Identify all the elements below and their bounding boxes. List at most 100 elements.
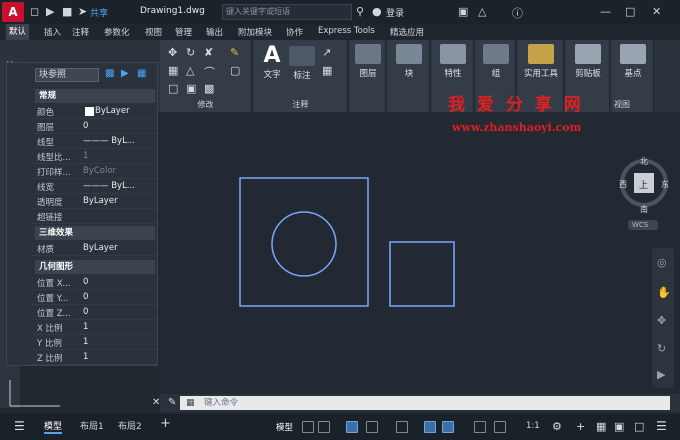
properties-button[interactable]: 特性 [438, 44, 468, 79]
property-row[interactable]: 线型 ——— ByL... [29, 134, 157, 149]
outer-square[interactable] [239, 177, 369, 307]
tab-output[interactable]: 输出 [206, 26, 223, 38]
model-space-button[interactable]: 模型 [276, 421, 293, 433]
isodraft-icon[interactable] [396, 421, 408, 433]
object-type-select[interactable]: 块参照 [35, 68, 99, 82]
small-square[interactable] [389, 241, 455, 307]
property-row[interactable]: 透明度 ByLayer [29, 194, 157, 209]
close-icon[interactable]: ✕ [652, 5, 661, 18]
tab-addins[interactable]: 附加模块 [238, 26, 272, 38]
text-button[interactable]: A 文字 [258, 44, 286, 81]
tab-view[interactable]: 视图 [145, 26, 162, 38]
login-link[interactable]: 登录 [386, 6, 404, 19]
stretch-icon[interactable]: □ [168, 82, 178, 95]
tab-parametric[interactable]: 参数化 [104, 26, 130, 38]
drawing-canvas[interactable]: 北 南 西 东 上 WCS ◎ ✋ ✥ ↻ ▶ [160, 126, 680, 394]
grid-icon[interactable] [302, 421, 314, 433]
property-row[interactable]: 位置 Y... 0 [29, 290, 157, 305]
steering-wheel-icon[interactable]: ◎ [657, 256, 667, 269]
viewcube-north[interactable]: 北 [640, 156, 648, 167]
scale-icon[interactable]: ▣ [186, 82, 196, 95]
cart-icon[interactable]: ▣ [458, 5, 468, 18]
property-row[interactable]: 线型比... 1 [29, 149, 157, 164]
workspace-gear-icon[interactable]: ⚙ [552, 420, 562, 433]
share-icon[interactable]: ➤ [78, 5, 87, 18]
property-row[interactable]: Y 比例 1 [29, 335, 157, 350]
fillet-icon[interactable]: ⌒ [204, 64, 215, 80]
user-icon[interactable]: ● [372, 5, 382, 18]
clipboard-button[interactable]: 剪贴板 [568, 44, 608, 79]
open-folder-icon[interactable]: ▶ [46, 5, 54, 18]
tab-annotate[interactable]: 注释 [72, 26, 89, 38]
property-row[interactable]: 打印样... ByColor [29, 164, 157, 179]
property-row[interactable]: 位置 Z... 0 [29, 305, 157, 320]
utilities-button[interactable]: 实用工具 [520, 44, 562, 79]
property-row[interactable]: Z 比例 1 [29, 350, 157, 365]
object-snap-tracking-icon[interactable] [424, 421, 436, 433]
pan-icon[interactable]: ✋ [657, 286, 671, 299]
minimize-icon[interactable]: — [600, 5, 611, 18]
tab-default[interactable]: 默认 [6, 24, 30, 40]
tab-layout1[interactable]: 布局1 [80, 419, 104, 432]
snap-icon[interactable] [318, 421, 330, 433]
quick-properties-icon[interactable]: ▦ [596, 420, 606, 433]
toggle-pickadd-icon[interactable]: ▩ [105, 68, 114, 79]
property-row[interactable]: 线宽 ——— ByL... [29, 179, 157, 194]
block-button[interactable]: 块 [394, 44, 424, 79]
command-input[interactable]: 键入命令 [180, 396, 670, 410]
property-row[interactable]: 超链接 [29, 209, 157, 224]
polar-icon[interactable] [366, 421, 378, 433]
scale-readout[interactable]: 1:1 [526, 421, 540, 431]
circle[interactable] [271, 211, 337, 277]
ortho-icon[interactable] [346, 421, 358, 433]
base-point-button[interactable]: 基点 [616, 44, 650, 79]
help-icon[interactable]: ⓘ [512, 5, 523, 21]
annotation-visibility-icon[interactable] [494, 421, 506, 433]
explode-icon[interactable]: ▢ [230, 64, 240, 77]
copy-icon[interactable]: ▦ [168, 64, 178, 77]
property-row[interactable]: 材质 ByLayer [29, 241, 157, 256]
showmotion-icon[interactable]: ▶ [657, 368, 665, 381]
restore-icon[interactable]: □ [625, 5, 635, 18]
rotate-icon[interactable]: ↻ [186, 46, 195, 59]
tab-express-tools[interactable]: Express Tools [318, 26, 375, 36]
section-geometry[interactable]: 几何图形 [35, 260, 155, 274]
property-row[interactable]: 图层 0 [29, 119, 157, 134]
layers-button[interactable]: 图层 [354, 44, 382, 79]
menu-icon[interactable]: ☰ [14, 419, 25, 433]
object-snap-icon[interactable] [442, 421, 454, 433]
property-row[interactable]: 位置 X... 0 [29, 275, 157, 290]
clean-screen-icon[interactable]: □ [634, 420, 644, 433]
array-icon[interactable]: ▩ [204, 82, 214, 95]
isolate-objects-icon[interactable]: ▣ [614, 420, 624, 433]
select-objects-icon[interactable]: ▶ [121, 68, 129, 79]
tab-manage[interactable]: 管理 [175, 26, 192, 38]
viewcube-top-label[interactable]: 上 [639, 178, 648, 191]
mirror-icon[interactable]: △ [186, 64, 194, 77]
command-history-icon[interactable]: ▦ [186, 398, 195, 408]
search-icon[interactable]: ⚲ [356, 5, 364, 18]
share-label[interactable]: 共享 [90, 6, 108, 19]
table-icon[interactable]: ▦ [322, 64, 332, 77]
network-icon[interactable]: △ [478, 5, 486, 18]
property-row[interactable]: X 比例 1 [29, 320, 157, 335]
property-row[interactable]: 颜色 ByLayer [29, 104, 157, 119]
tab-featured-apps[interactable]: 精选应用 [390, 26, 424, 38]
erase-icon[interactable]: ✎ [230, 46, 239, 59]
zoom-extents-icon[interactable]: ✥ [657, 314, 666, 327]
command-close-icon[interactable]: ✕ [152, 397, 160, 408]
units-icon[interactable]: + [576, 420, 585, 433]
add-layout-icon[interactable]: + [160, 416, 171, 431]
section-3d-effects[interactable]: 三维效果 [35, 226, 155, 240]
annotation-panel-label[interactable]: 注释 [254, 99, 347, 110]
trim-icon[interactable]: ✘ [204, 46, 213, 59]
search-input[interactable]: 键入关键字或短语 [222, 4, 352, 20]
orbit-icon[interactable]: ↻ [657, 342, 666, 355]
viewcube-east[interactable]: 东 [661, 179, 669, 190]
leader-icon[interactable]: ↗ [322, 46, 331, 59]
section-general[interactable]: 常规 [35, 89, 155, 103]
modify-panel-label[interactable]: 修改 [160, 99, 251, 110]
tab-collaborate[interactable]: 协作 [286, 26, 303, 38]
customization-icon[interactable]: ☰ [656, 419, 667, 433]
quick-select-icon[interactable]: ▦ [137, 68, 146, 79]
